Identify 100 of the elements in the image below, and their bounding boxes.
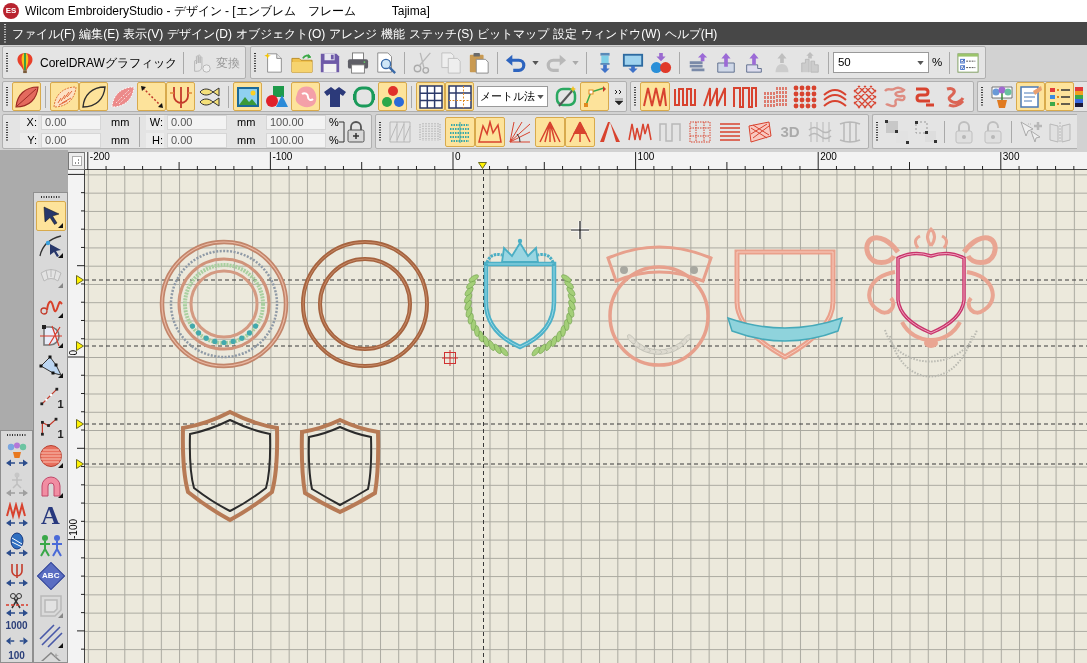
- color-balls-button[interactable]: [378, 82, 407, 111]
- number-field[interactable]: 100.00: [266, 133, 326, 148]
- menu-item[interactable]: 編集(E): [77, 22, 122, 45]
- tent-lines-icon: [538, 119, 562, 144]
- crowned-shield-drawing[interactable]: [464, 238, 576, 357]
- grip-icon[interactable]: [253, 52, 256, 73]
- ruler-label: -100: [272, 152, 293, 162]
- units-dropdown[interactable]: メートル法: [477, 86, 548, 107]
- magic-wand-icon: [553, 84, 578, 109]
- corel-graphics-button[interactable]: CorelDRAWグラフィック: [12, 49, 179, 76]
- flower-pot-arrows-icon: [4, 442, 29, 466]
- double-arrow-icon: [5, 637, 28, 645]
- dashed-grid-icon: [447, 84, 472, 109]
- polyline-nodes-icon: [39, 416, 59, 436]
- lettering-button[interactable]: A: [35, 501, 66, 531]
- squares-corners-icon: [913, 119, 938, 144]
- curve-cursor-icon: [38, 234, 63, 258]
- striped-circle-icon: [38, 444, 63, 468]
- triangle-lines-button[interactable]: [565, 116, 595, 147]
- number-field[interactable]: 0.00: [41, 115, 101, 130]
- color-list-button[interactable]: [1045, 82, 1074, 111]
- number-field[interactable]: 0.00: [41, 133, 101, 148]
- d-shape-icon: [38, 324, 63, 348]
- shield-ribbon-drawing[interactable]: [727, 249, 843, 360]
- crosshair-cursor-icon: [569, 219, 591, 241]
- zigzag-peaks-icon: [478, 119, 502, 144]
- note-clipboard-button[interactable]: [1016, 82, 1045, 111]
- menu-item[interactable]: オブジェクト(O): [234, 22, 328, 45]
- dotted-line-button[interactable]: [137, 82, 166, 111]
- menu-item[interactable]: 表示(V): [121, 22, 166, 45]
- dotted-boxes-icon: [688, 119, 712, 144]
- filled-leaf-button[interactable]: [12, 82, 41, 111]
- menu-item[interactable]: ファイル(F): [10, 22, 78, 45]
- node-path-button[interactable]: [580, 82, 609, 111]
- squares-diagonal-icon: [884, 119, 909, 144]
- dotted-line-icon: [139, 84, 164, 109]
- outline-leaf-button[interactable]: [79, 82, 108, 111]
- caret-icon: [537, 94, 544, 99]
- caret-icon: [532, 60, 540, 65]
- menu-item[interactable]: ビットマップ: [475, 22, 552, 45]
- new-file-icon: [262, 51, 285, 74]
- double-ring-drawing[interactable]: [301, 240, 429, 368]
- scissors-arrows-icon: [4, 592, 29, 616]
- unit-label: mm: [111, 133, 131, 148]
- landscape-button[interactable]: [233, 82, 262, 111]
- polygon-icon: [38, 354, 63, 378]
- menu-item[interactable]: デザイン(D): [165, 22, 234, 45]
- tent-lines-button[interactable]: [535, 116, 565, 147]
- peak-icon: [598, 119, 622, 144]
- number-field[interactable]: 0.00: [167, 115, 227, 130]
- dashed-grid-button[interactable]: [445, 82, 474, 111]
- number-field[interactable]: 100.00: [266, 115, 326, 130]
- ruler-label: 0: [455, 152, 461, 162]
- unit-label: mm: [237, 133, 257, 148]
- dotted-rows-button[interactable]: [445, 116, 475, 147]
- unit-label: %: [329, 133, 339, 148]
- shield-patch-drawing[interactable]: [180, 410, 280, 522]
- ruler-label: 300: [1002, 152, 1020, 162]
- blob-icon: [293, 84, 318, 109]
- line-nodes-button[interactable]: 1: [35, 381, 66, 411]
- patterned-leaf-icon: [52, 84, 77, 109]
- overflow-chevron-icon[interactable]: [615, 88, 623, 105]
- diagonal-grid-icon: [388, 119, 412, 144]
- zigzag-peaks-button[interactable]: [475, 116, 505, 147]
- shield-patch-drawing[interactable]: [299, 418, 381, 514]
- grid-icon: [418, 84, 443, 109]
- stitch-count-button[interactable]: 1000 100: [1, 619, 32, 662]
- ruler-corner-button[interactable]: [68, 152, 85, 170]
- menu-item[interactable]: 設定: [551, 22, 580, 45]
- grid-button[interactable]: [416, 82, 445, 111]
- tray-arrow-icon: [714, 51, 737, 74]
- fan-lines-icon: [508, 119, 532, 144]
- guide-line[interactable]: [483, 170, 484, 663]
- fork-button[interactable]: [166, 82, 195, 111]
- menu-item[interactable]: アレンジ: [327, 22, 380, 45]
- arrow-cursor-button[interactable]: [35, 201, 66, 231]
- menu-item[interactable]: ヘルプ(H): [662, 22, 720, 45]
- zoom-combo-box[interactable]: 50: [832, 52, 929, 73]
- zigzag-button[interactable]: [640, 82, 670, 111]
- ruler-label: 200: [820, 152, 837, 162]
- vertical-lines-icon: [763, 84, 787, 109]
- window-title: Wilcom EmbroideryStudio - デザイン - [エンブレム フレーム Tajima]: [25, 3, 430, 20]
- dotted-square-icon: [71, 156, 82, 166]
- menu-item[interactable]: ウィンドウ(W): [579, 22, 663, 45]
- fork-arrows-icon: [4, 562, 29, 586]
- field-label: Y:: [20, 133, 38, 148]
- triangle-lines-icon: [568, 119, 592, 144]
- two-figures-icon: [38, 534, 63, 558]
- embroidered-ring-drawing[interactable]: [159, 239, 289, 369]
- ring-banner-drawing[interactable]: [606, 245, 713, 367]
- landscape-icon: [235, 84, 260, 109]
- caret-icon: [572, 60, 580, 65]
- menu-item[interactable]: ステッチ(S): [407, 22, 476, 45]
- ruler-label: 0: [69, 350, 79, 356]
- ornate-crest-drawing[interactable]: [864, 227, 998, 378]
- ruler-label: 100: [637, 152, 655, 162]
- horseshoe-icon: [38, 474, 63, 498]
- menu-item[interactable]: 機能: [379, 22, 408, 45]
- polyline-nodes-button[interactable]: 1: [35, 411, 66, 441]
- number-field[interactable]: 0.00: [167, 133, 227, 148]
